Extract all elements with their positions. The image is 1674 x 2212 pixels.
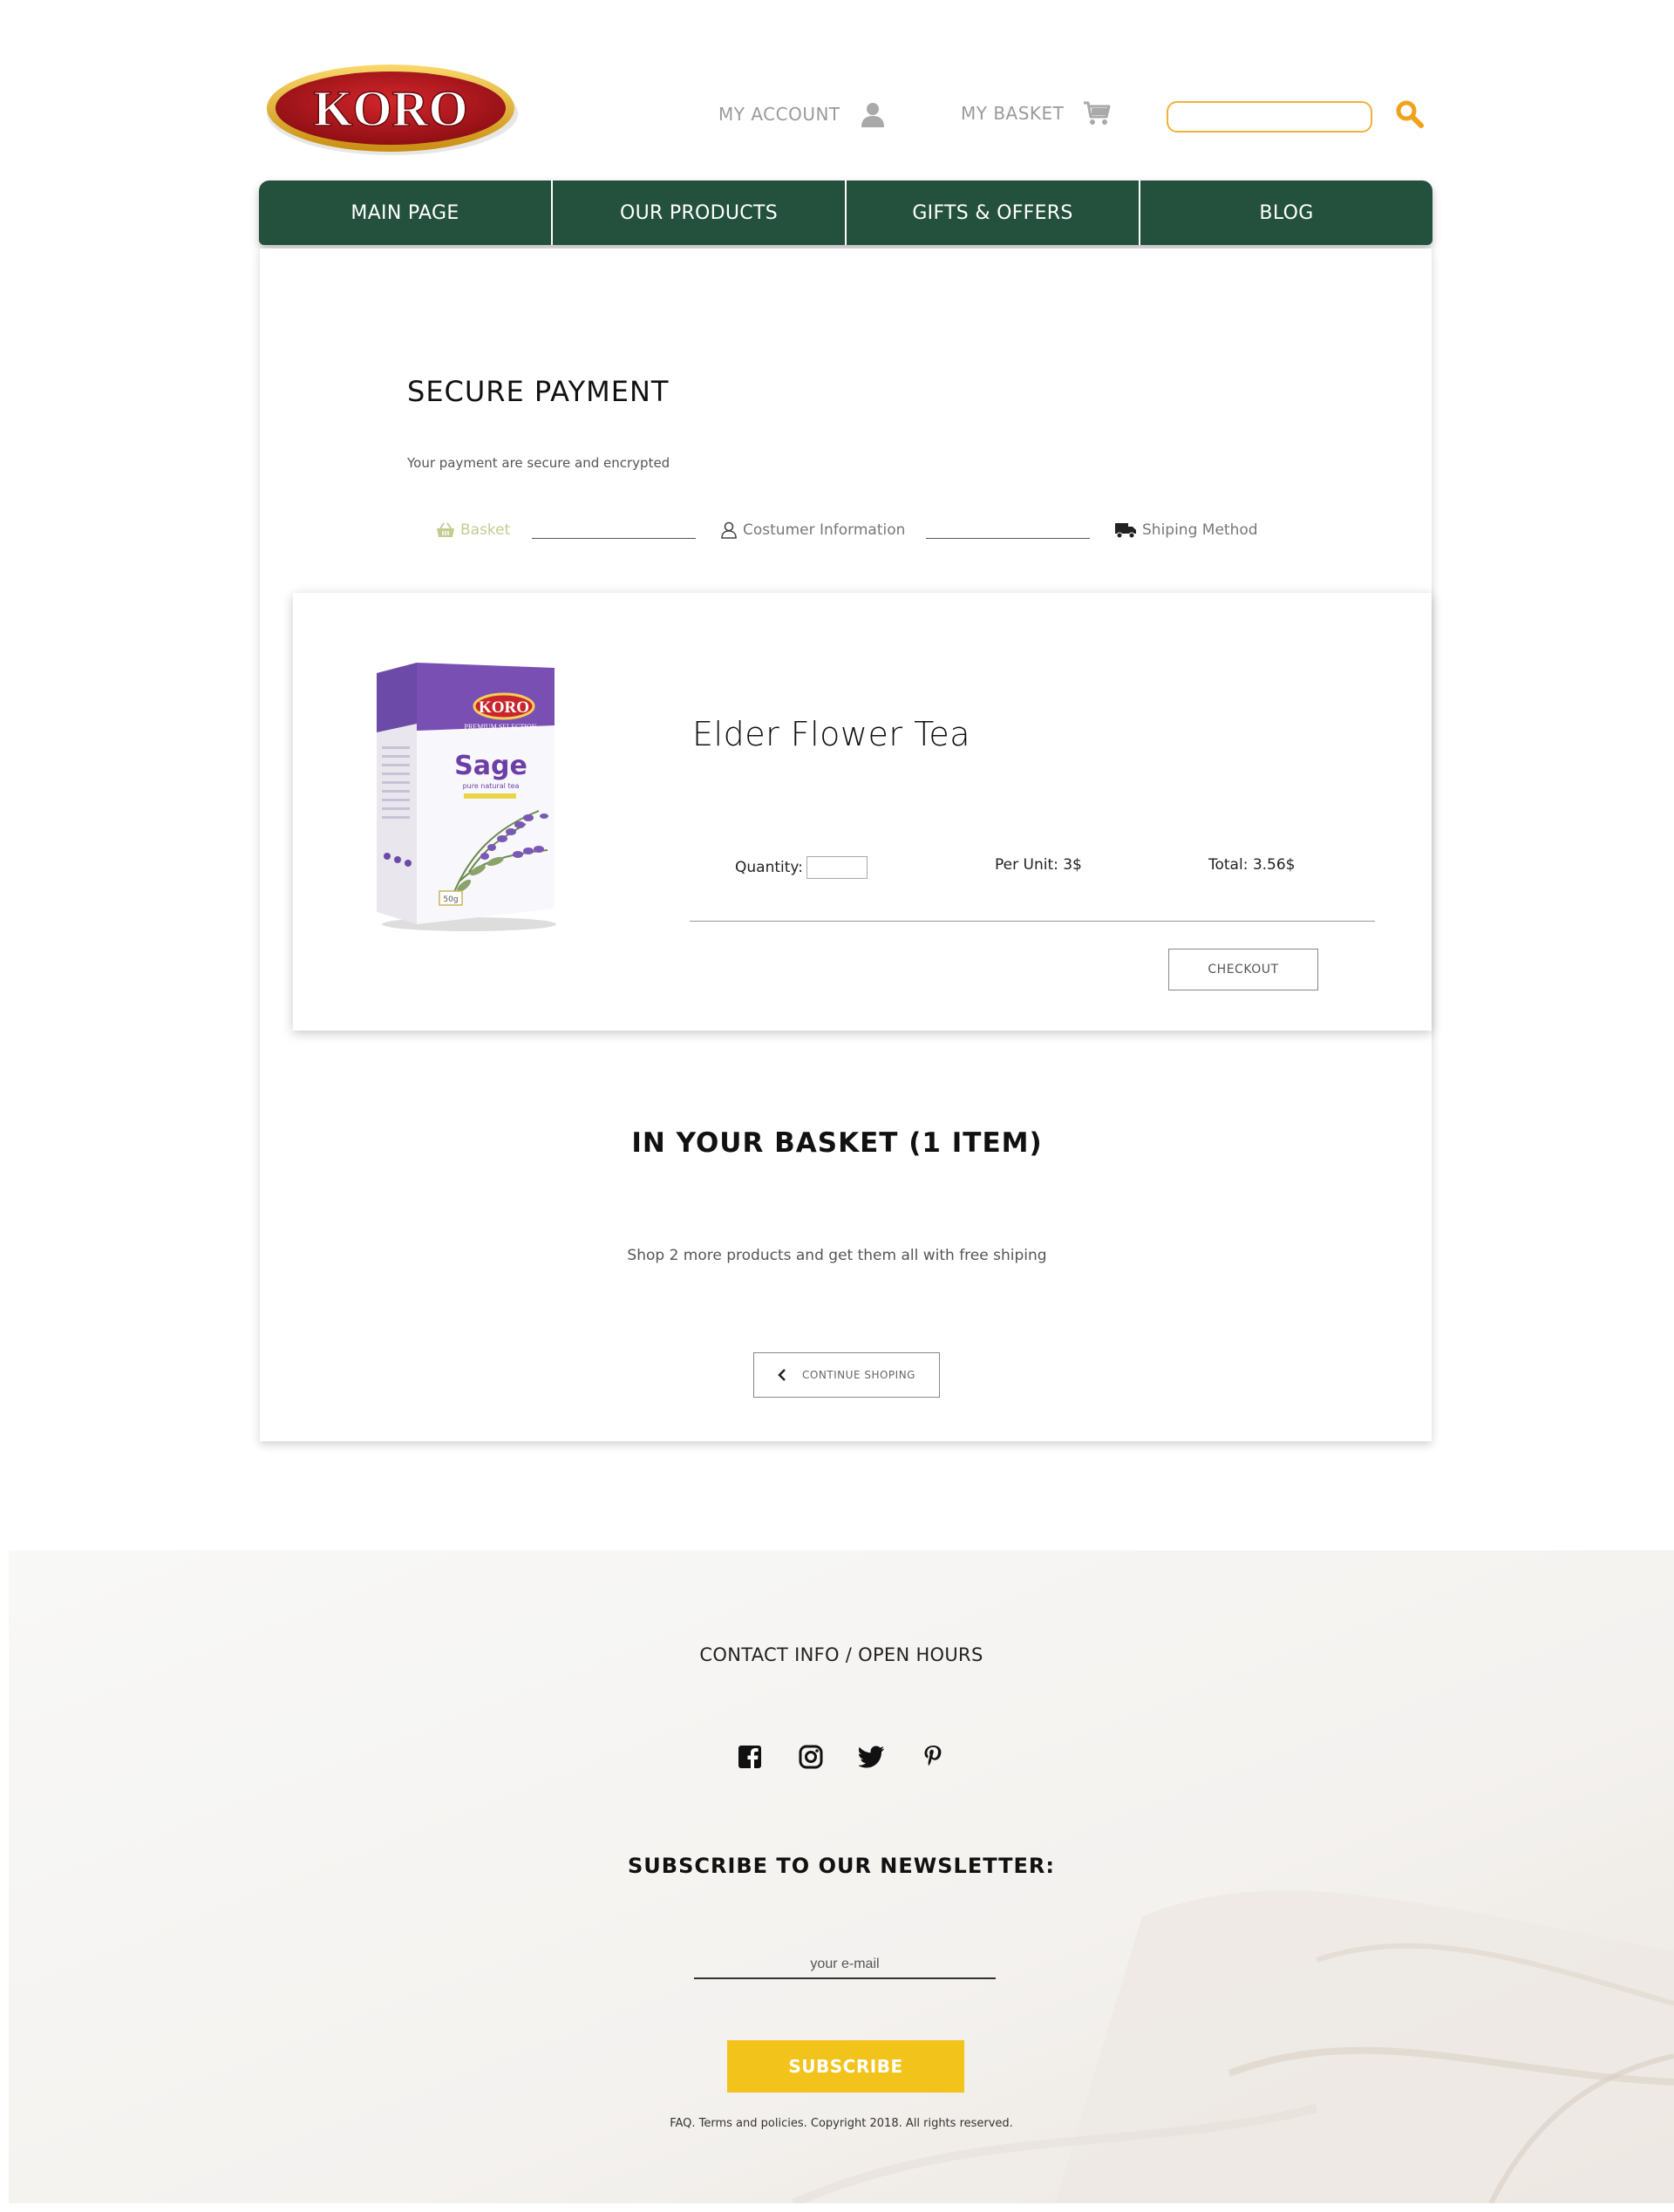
instagram-icon: [799, 1745, 823, 1769]
nav-main-page[interactable]: MAIN PAGE: [259, 180, 553, 245]
newsletter-email-input[interactable]: [694, 1951, 996, 1979]
svg-text:KORO: KORO: [313, 80, 467, 137]
subscribe-button[interactable]: SUBSCRIBE: [727, 2040, 964, 2093]
step-connector: [926, 538, 1090, 539]
divider: [690, 921, 1375, 922]
step-shipping-method[interactable]: Shiping Method: [1114, 521, 1258, 539]
nav-blog[interactable]: BLOG: [1140, 180, 1432, 245]
facebook-link[interactable]: [735, 1742, 765, 1772]
step-basket[interactable]: Basket: [436, 521, 510, 539]
my-account-label: MY ACCOUNT: [718, 104, 840, 125]
tea-box-image: KORO PREMIUM SELECTION Sage pure natural…: [377, 663, 556, 931]
my-account-link[interactable]: MY ACCOUNT: [718, 101, 886, 127]
per-unit-price: Per Unit: 3$: [995, 856, 1082, 874]
main-nav: MAIN PAGE OUR PRODUCTS GIFTS & OFFERS BL…: [259, 180, 1432, 245]
svg-text:Sage: Sage: [454, 751, 527, 781]
total-price: Total: 3.56$: [1208, 856, 1296, 874]
product-image[interactable]: KORO PREMIUM SELECTION Sage pure natural…: [373, 663, 558, 935]
pinterest-icon: [924, 1746, 942, 1766]
step-customer-information-label: Costumer Information: [743, 521, 906, 539]
svg-text:pure natural tea: pure natural tea: [463, 782, 520, 790]
facebook-icon: [738, 1746, 761, 1769]
site-header: KORO MY ACCOUNT MY BASKET: [0, 0, 1674, 174]
search-icon: [1396, 100, 1424, 128]
pinterest-link[interactable]: [918, 1742, 948, 1772]
basket-icon: [437, 522, 454, 537]
search-input[interactable]: [1167, 101, 1372, 133]
nav-gifts-offers[interactable]: GIFTS & OFFERS: [847, 180, 1140, 245]
svg-text:KORO: KORO: [479, 698, 529, 717]
legal-links[interactable]: FAQ. Terms and policies. Copyright 2018.…: [9, 2117, 1674, 2130]
basket-title: IN YOUR BASKET (1 ITEM): [631, 1127, 1043, 1159]
truck-icon: [1115, 523, 1136, 539]
checkout-button[interactable]: CHECKOUT: [1168, 949, 1318, 990]
free-shipping-promo: Shop 2 more products and get them all wi…: [627, 1247, 1047, 1264]
step-shipping-method-label: Shiping Method: [1142, 521, 1258, 539]
search-button[interactable]: [1395, 99, 1425, 129]
continue-shopping-label: CONTINUE SHOPING: [802, 1369, 915, 1381]
koro-logo-mark: KORO: [267, 65, 518, 155]
svg-text:PREMIUM SELECTION: PREMIUM SELECTION: [465, 723, 537, 731]
chevron-left-icon: [778, 1369, 786, 1381]
instagram-link[interactable]: [796, 1742, 826, 1772]
cart-icon: [1084, 101, 1111, 125]
quantity-group: Quantity:: [735, 856, 868, 879]
nav-our-products[interactable]: OUR PRODUCTS: [553, 180, 847, 245]
user-icon: [861, 103, 884, 127]
my-basket-link[interactable]: MY BASKET: [961, 101, 1111, 126]
quantity-input[interactable]: [806, 856, 868, 879]
site-footer: CONTACT INFO / OPEN HOURS SUBSCRIBE TO O…: [9, 1550, 1674, 2203]
user-outline-icon: [721, 521, 737, 539]
product-name: Elder Flower Tea: [692, 715, 971, 753]
contact-info-link[interactable]: CONTACT INFO / OPEN HOURS: [9, 1644, 1674, 1665]
twitter-icon: [859, 1746, 884, 1768]
step-basket-label: Basket: [460, 521, 511, 539]
continue-shopping-button[interactable]: CONTINUE SHOPING: [753, 1352, 940, 1398]
svg-text:50g: 50g: [443, 895, 458, 904]
quantity-label: Quantity:: [735, 859, 803, 876]
newsletter-title: SUBSCRIBE TO OUR NEWSLETTER:: [628, 1854, 1055, 1878]
twitter-link[interactable]: [857, 1742, 887, 1772]
my-basket-label: MY BASKET: [961, 103, 1065, 124]
page-subtitle: Your payment are secure and encrypted: [407, 455, 670, 471]
social-links: [9, 1742, 1674, 1772]
step-connector: [532, 538, 696, 539]
checkout-steps: Basket Costumer Information Shiping Meth…: [0, 521, 1674, 548]
page-title: SECURE PAYMENT: [407, 375, 670, 408]
koro-logo[interactable]: KORO: [265, 61, 520, 159]
step-customer-information[interactable]: Costumer Information: [720, 521, 905, 539]
